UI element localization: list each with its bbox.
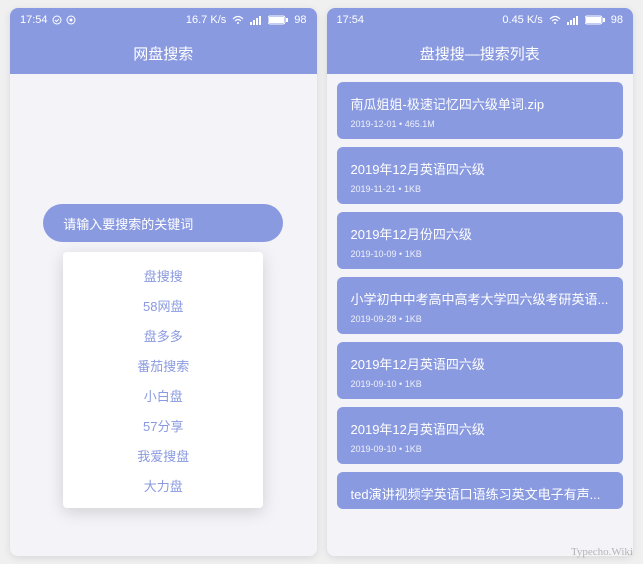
result-meta: 2019-12-01 • 465.1M [351, 119, 610, 129]
phone-left: 17:54 16.7 K/s 98 网盘搜索 [10, 8, 317, 556]
result-item[interactable]: 南瓜姐姐-极速记忆四六级单词.zip 2019-12-01 • 465.1M [337, 82, 624, 139]
search-placeholder: 请输入要搜索的关键词 [63, 214, 193, 233]
result-meta: 2019-10-09 • 1KB [351, 249, 610, 259]
result-title: ted演讲视频学英语口语练习英文电子有声... [351, 484, 610, 503]
source-dropdown: 盘搜搜 58网盘 盘多多 番茄搜索 小白盘 57分享 我爱搜盘 大力盘 [63, 252, 263, 508]
app-header: 网盘搜索 [10, 32, 317, 74]
status-bar: 17:54 0.45 K/s 98 [327, 8, 634, 32]
battery-icon [268, 15, 288, 25]
dropdown-item[interactable]: 番茄搜索 [63, 350, 263, 380]
phone-right: 17:54 0.45 K/s 98 盘搜搜—搜索列表 南瓜姐姐-极速记忆四六级单… [327, 8, 634, 556]
result-title: 小学初中中考高中高考大学四六级考研英语... [351, 289, 610, 308]
dropdown-item[interactable]: 盘多多 [63, 320, 263, 350]
result-item[interactable]: 2019年12月英语四六级 2019-11-21 • 1KB [337, 147, 624, 204]
wifi-icon [549, 15, 561, 25]
result-meta: 2019-09-10 • 1KB [351, 444, 610, 454]
dropdown-item[interactable]: 盘搜搜 [63, 260, 263, 290]
result-title: 2019年12月份四六级 [351, 224, 610, 243]
result-title: 2019年12月英语四六级 [351, 354, 610, 373]
result-meta: 2019-09-10 • 1KB [351, 379, 610, 389]
header-title: 网盘搜索 [133, 43, 193, 64]
results-content: 南瓜姐姐-极速记忆四六级单词.zip 2019-12-01 • 465.1M 2… [327, 74, 634, 556]
app-header: 盘搜搜—搜索列表 [327, 32, 634, 74]
signal-icon [250, 15, 262, 25]
signal-icon [567, 15, 579, 25]
watermark: Typecho.Wiki [571, 546, 633, 558]
result-title: 2019年12月英语四六级 [351, 159, 610, 178]
status-time: 17:54 [20, 14, 48, 26]
sync-icon [66, 15, 76, 25]
dropdown-item[interactable]: 57分享 [63, 410, 263, 440]
result-item[interactable]: 2019年12月份四六级 2019-10-09 • 1KB [337, 212, 624, 269]
wifi-icon [232, 15, 244, 25]
status-time: 17:54 [337, 14, 365, 26]
search-content: 请输入要搜索的关键词 盘搜搜 58网盘 盘多多 番茄搜索 小白盘 57分享 我爱… [10, 74, 317, 556]
check-circle-icon [52, 15, 62, 25]
dropdown-item[interactable]: 我爱搜盘 [63, 440, 263, 470]
dropdown-item[interactable]: 58网盘 [63, 290, 263, 320]
search-input[interactable]: 请输入要搜索的关键词 [43, 204, 283, 242]
result-item[interactable]: ted演讲视频学英语口语练习英文电子有声... [337, 472, 624, 509]
result-item[interactable]: 小学初中中考高中高考大学四六级考研英语... 2019-09-28 • 1KB [337, 277, 624, 334]
result-item[interactable]: 2019年12月英语四六级 2019-09-10 • 1KB [337, 342, 624, 399]
result-title: 2019年12月英语四六级 [351, 419, 610, 438]
status-bar: 17:54 16.7 K/s 98 [10, 8, 317, 32]
result-meta: 2019-09-28 • 1KB [351, 314, 610, 324]
status-battery-pct: 98 [611, 14, 623, 26]
status-netspeed: 0.45 K/s [502, 14, 542, 26]
dropdown-item[interactable]: 小白盘 [63, 380, 263, 410]
status-battery-pct: 98 [294, 14, 306, 26]
dropdown-item[interactable]: 大力盘 [63, 470, 263, 500]
result-item[interactable]: 2019年12月英语四六级 2019-09-10 • 1KB [337, 407, 624, 464]
battery-icon [585, 15, 605, 25]
header-title: 盘搜搜—搜索列表 [420, 43, 540, 64]
result-title: 南瓜姐姐-极速记忆四六级单词.zip [351, 94, 610, 113]
result-meta: 2019-11-21 • 1KB [351, 184, 610, 194]
status-netspeed: 16.7 K/s [186, 14, 226, 26]
